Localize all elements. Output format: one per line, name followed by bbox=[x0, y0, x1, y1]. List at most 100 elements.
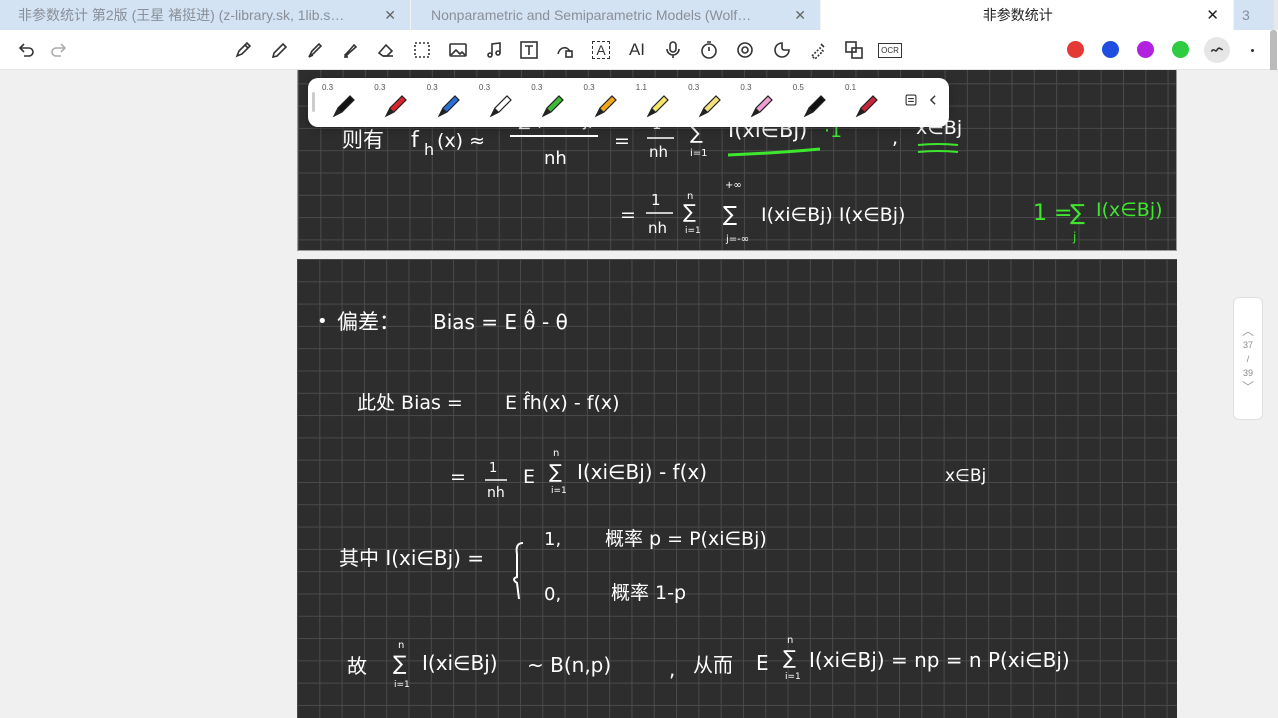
svg-text:j: j bbox=[1072, 230, 1076, 244]
record-icon[interactable] bbox=[733, 38, 757, 62]
svg-text:=: = bbox=[450, 466, 466, 488]
collapse-panel-icon[interactable] bbox=[924, 91, 942, 109]
pen-icon bbox=[751, 95, 774, 118]
eraser-icon[interactable] bbox=[374, 38, 398, 62]
chevron-down-icon[interactable]: ﹀ bbox=[1242, 380, 1254, 394]
laser-pointer-icon[interactable] bbox=[806, 38, 830, 62]
note-page[interactable]: • 偏差： Bias = E θ̂ - θ 此处 Bias = E f̂h(x)… bbox=[297, 259, 1177, 718]
pen-preset-6[interactable]: 0.3 bbox=[582, 82, 622, 124]
pen-size-label: 0.3 bbox=[478, 83, 491, 92]
pen-preset-1[interactable]: 0.3 bbox=[320, 82, 360, 124]
pen-preset-4[interactable]: 0.3 bbox=[477, 82, 517, 124]
pen-preset-10[interactable]: 0.5 bbox=[791, 82, 831, 124]
svg-text:i=1: i=1 bbox=[394, 680, 410, 690]
tab-nonparametric-statistics-book[interactable]: 非参数统计 第2版 (王星 褚挺进) (z-library.sk, 1lib.s… bbox=[0, 0, 411, 30]
pen-preset-9[interactable]: 0.3 bbox=[738, 82, 778, 124]
pen-preset-11[interactable]: 0.1 bbox=[843, 82, 883, 124]
current-page: 37 bbox=[1242, 339, 1253, 350]
pencil-icon[interactable] bbox=[231, 38, 255, 62]
timer-icon[interactable] bbox=[697, 38, 721, 62]
pen-icon bbox=[646, 95, 669, 118]
undo-icon[interactable] bbox=[14, 38, 38, 62]
pen-preset-7[interactable]: 1.1 bbox=[634, 82, 674, 124]
svg-text:i=1: i=1 bbox=[551, 486, 567, 496]
pen-icon[interactable] bbox=[267, 38, 291, 62]
tab-count[interactable]: 3 bbox=[1234, 0, 1274, 30]
svg-text:故: 故 bbox=[347, 654, 367, 678]
svg-text:1,: 1, bbox=[544, 529, 561, 550]
svg-text:I(x∈Bj): I(x∈Bj) bbox=[1096, 199, 1163, 221]
highlighter-icon[interactable] bbox=[338, 38, 362, 62]
svg-text:n: n bbox=[553, 448, 559, 459]
svg-text:I(xi∈Bj): I(xi∈Bj) bbox=[422, 651, 498, 675]
color-blue-swatch[interactable] bbox=[1102, 41, 1119, 58]
image-icon[interactable] bbox=[446, 38, 470, 62]
svg-text:Bias = E θ̂ - θ: Bias = E θ̂ - θ bbox=[433, 309, 568, 334]
pen-settings-icon[interactable] bbox=[902, 91, 920, 109]
svg-text:j=-∞: j=-∞ bbox=[725, 234, 749, 245]
pen-size-label: 0.3 bbox=[322, 83, 334, 92]
svg-text:=: = bbox=[614, 130, 630, 152]
more-dot-icon[interactable] bbox=[1240, 38, 1264, 62]
pen-size-label: 1.1 bbox=[635, 83, 647, 92]
ocr-icon[interactable]: OCR bbox=[878, 38, 902, 62]
pen-size-label: 0.1 bbox=[845, 83, 857, 92]
svg-text:n: n bbox=[398, 640, 404, 651]
svg-text:nh: nh bbox=[544, 148, 567, 169]
pen-preset-2[interactable]: 0.3 bbox=[372, 82, 412, 124]
pen-size-label: 0.3 bbox=[426, 83, 438, 92]
svg-text:偏差：: 偏差： bbox=[337, 310, 400, 334]
shape-icon[interactable] bbox=[553, 38, 577, 62]
pen-icon bbox=[541, 95, 565, 118]
ai-icon[interactable]: AI bbox=[625, 38, 649, 62]
svg-text:(x) ≈: (x) ≈ bbox=[437, 130, 485, 152]
page-scroller[interactable]: ︿ 37 / 39 ﹀ bbox=[1233, 297, 1263, 420]
svg-text:f: f bbox=[411, 128, 420, 153]
sticker-icon[interactable] bbox=[770, 38, 794, 62]
microphone-icon[interactable] bbox=[661, 38, 685, 62]
pen-size-label: 0.3 bbox=[531, 83, 543, 92]
pen-icon bbox=[803, 95, 826, 118]
pen-preset-8[interactable]: 0.3 bbox=[686, 82, 726, 124]
color-red-swatch[interactable] bbox=[1067, 41, 1084, 58]
svg-text:nh: nh bbox=[487, 485, 505, 501]
svg-text:n: n bbox=[787, 635, 793, 646]
color-green-swatch[interactable] bbox=[1172, 41, 1189, 58]
redo-icon[interactable] bbox=[47, 38, 71, 62]
svg-text:~ B(n,p): ~ B(n,p) bbox=[527, 653, 611, 677]
svg-text:概率 p = P(xi∈Bj): 概率 p = P(xi∈Bj) bbox=[605, 528, 767, 550]
pen-preset-3[interactable]: 0.3 bbox=[425, 82, 465, 124]
text-box-icon[interactable] bbox=[517, 38, 541, 62]
color-purple-swatch[interactable] bbox=[1137, 41, 1154, 58]
audio-icon[interactable] bbox=[482, 38, 506, 62]
svg-text:,: , bbox=[892, 127, 898, 149]
svg-text:+∞: +∞ bbox=[725, 180, 742, 191]
tab-semiparametric-models[interactable]: Nonparametric and Semiparametric Models … bbox=[411, 0, 821, 30]
tab-notes-active[interactable]: 非参数统计 ✕ bbox=[821, 0, 1234, 30]
svg-text:E: E bbox=[523, 466, 535, 488]
drag-handle[interactable] bbox=[312, 92, 315, 112]
pen-size-label: 0.5 bbox=[792, 83, 804, 92]
pen-icon bbox=[855, 95, 878, 118]
pen-icon bbox=[332, 95, 355, 118]
translate-icon[interactable] bbox=[842, 38, 866, 62]
page-separator: / bbox=[1246, 353, 1250, 364]
svg-text:其中 I(xi∈Bj) =: 其中 I(xi∈Bj) = bbox=[339, 546, 484, 570]
pen-size-label: 0.3 bbox=[740, 83, 752, 92]
lasso-select-icon[interactable] bbox=[410, 38, 434, 62]
close-tab-icon[interactable]: ✕ bbox=[1206, 6, 1219, 24]
close-tab-icon[interactable]: ✕ bbox=[794, 7, 806, 24]
pen-icon bbox=[384, 95, 408, 118]
note-canvas[interactable]: 则有 f h (x) ≈ n∑I(xi∈Bj) nh = 1 nh ∑ i=1 … bbox=[0, 70, 1278, 718]
stroke-style-icon[interactable] bbox=[1204, 37, 1230, 63]
svg-text:此处 Bias =: 此处 Bias = bbox=[357, 392, 463, 414]
text-recognition-icon[interactable]: A bbox=[589, 38, 613, 62]
pen-preset-5[interactable]: 0.3 bbox=[529, 82, 569, 124]
svg-text:i=1: i=1 bbox=[685, 226, 701, 236]
fountain-pen-icon[interactable] bbox=[303, 38, 327, 62]
chevron-up-icon[interactable]: ︿ bbox=[1242, 324, 1254, 338]
svg-text:nh: nh bbox=[649, 143, 668, 161]
close-tab-icon[interactable]: ✕ bbox=[384, 7, 396, 24]
svg-text:,: , bbox=[669, 657, 675, 681]
svg-text:1 =: 1 = bbox=[1033, 201, 1072, 226]
